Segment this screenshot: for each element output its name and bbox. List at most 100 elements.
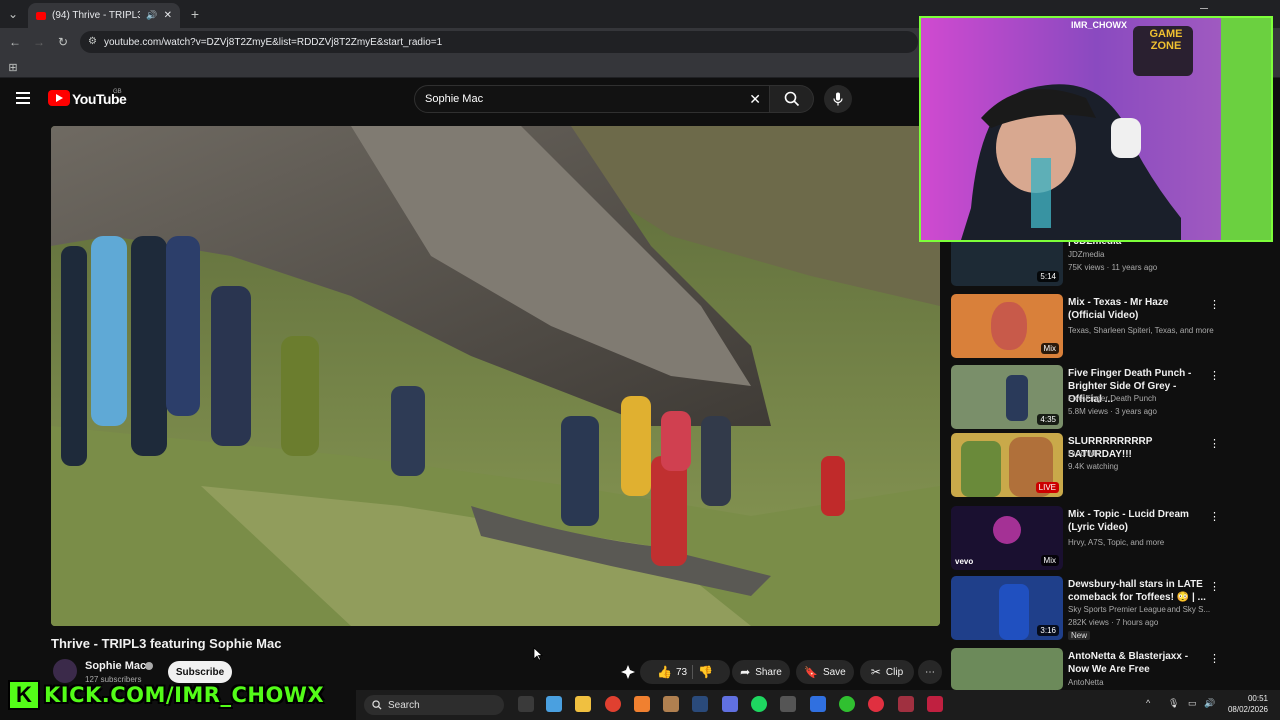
rec-channel[interactable]: AntoNetta — [1068, 678, 1104, 687]
like-button[interactable]: 👍 73 — [657, 665, 687, 679]
microphone-icon — [833, 92, 843, 106]
youtube-logo-icon[interactable] — [48, 90, 70, 106]
more-actions-button[interactable]: ⋯ — [918, 660, 942, 684]
app-icon-7[interactable] — [927, 696, 943, 712]
site-info-icon[interactable]: ⚙ — [88, 36, 97, 47]
rec-channel[interactable]: Texas, Sharleen Spiteri, Texas, and more — [1068, 326, 1214, 335]
webcam-tag: IMR_CHOWX — [1071, 20, 1127, 30]
rec-item-7[interactable]: AntoNetta & Blasterjaxx - Now We Are Fre… — [951, 648, 1271, 690]
spotify-icon[interactable] — [751, 696, 767, 712]
mix-badge: Mix — [1040, 343, 1059, 354]
rec-item-3[interactable]: 4:35 Five Finger Death Punch - Brighter … — [951, 365, 1271, 429]
vevo-logo: vevo — [955, 557, 974, 566]
app-icon-5[interactable] — [868, 696, 884, 712]
xbox-icon[interactable] — [839, 696, 855, 712]
rec-item-6[interactable]: 3:16 Dewsbury-hall stars in LATE comebac… — [951, 576, 1271, 640]
save-button[interactable]: 🔖 Save — [796, 660, 854, 684]
chrome-icon[interactable] — [605, 696, 621, 712]
app-icon-4[interactable] — [810, 696, 826, 712]
rec-channel[interactable]: JDZmedia — [1068, 250, 1104, 259]
rec-thumbnail[interactable] — [951, 648, 1063, 690]
task-view-icon[interactable] — [518, 696, 534, 712]
share-button[interactable]: ➦ Share — [732, 660, 790, 684]
rec-title[interactable]: Mix - Texas - Mr Haze (Official Video) — [1068, 296, 1208, 322]
search-button[interactable] — [770, 85, 814, 113]
verified-icon — [145, 662, 153, 670]
search-query: Sophie Mac — [425, 93, 484, 105]
app-icon-3[interactable] — [780, 696, 796, 712]
file-explorer-icon[interactable] — [575, 696, 591, 712]
more-icon[interactable]: ⋮ — [1209, 652, 1220, 665]
discord-icon[interactable] — [722, 696, 738, 712]
apps-grid-icon[interactable]: ⊞ — [4, 58, 22, 76]
duration-badge: 4:35 — [1037, 414, 1059, 425]
more-icon[interactable]: ⋮ — [1209, 510, 1220, 523]
network-icon[interactable]: ▭ — [1188, 698, 1197, 709]
rec-channel[interactable]: Five Finger Death Punch — [1068, 394, 1157, 403]
search-input[interactable]: Sophie Mac ✕ — [414, 85, 770, 113]
reload-icon[interactable]: ↻ — [54, 33, 72, 51]
more-icon[interactable]: ⋮ — [1209, 298, 1220, 311]
thumbs-down-icon[interactable]: 👎 — [698, 665, 713, 679]
video-player[interactable] — [51, 126, 940, 626]
clock-time[interactable]: 00:51 — [1222, 694, 1268, 703]
rec-channel[interactable]: HutchMF — [1068, 449, 1100, 458]
more-icon: ⋯ — [925, 666, 935, 678]
rec-title[interactable]: Dewsbury-hall stars in LATE comeback for… — [1068, 578, 1208, 604]
new-tag: New — [1068, 631, 1091, 640]
more-icon[interactable]: ⋮ — [1209, 437, 1220, 450]
clip-button[interactable]: ✂ Clip — [860, 660, 914, 684]
voice-search-button[interactable] — [824, 85, 852, 113]
app-icon-6[interactable] — [898, 696, 914, 712]
rec-thumbnail[interactable]: 4:35 — [951, 365, 1063, 429]
live-badge: LIVE — [1035, 482, 1059, 493]
minimize-icon[interactable] — [1200, 8, 1208, 9]
rec-thumbnail[interactable]: LIVE — [951, 433, 1063, 497]
app-icon-2[interactable] — [663, 696, 679, 712]
steam-icon[interactable] — [692, 696, 708, 712]
copilot-icon[interactable] — [546, 696, 562, 712]
rec-title[interactable]: AntoNetta & Blasterjaxx - Now We Are Fre… — [1068, 650, 1208, 676]
back-icon[interactable]: ← — [6, 33, 24, 51]
tab-close-icon[interactable]: ✕ — [164, 10, 172, 21]
volume-icon[interactable]: 🔊 — [1204, 698, 1215, 709]
channel-name[interactable]: Sophie Mac — [85, 660, 146, 672]
rec-channel[interactable]: Hrvy, A7S, Topic, and more — [1068, 538, 1164, 547]
rec-channel-extra[interactable]: and Sky S... — [1167, 605, 1210, 614]
like-count: 73 — [675, 666, 688, 678]
rec-item-4[interactable]: LIVE SLURRRRRRRRP SATURDAY!!! HutchMF 9.… — [951, 433, 1271, 497]
rec-channel[interactable]: Sky Sports Premier League — [1068, 605, 1166, 614]
more-icon[interactable]: ⋮ — [1209, 580, 1220, 593]
rec-title[interactable]: Mix - Topic - Lucid Dream (Lyric Video) — [1068, 508, 1208, 534]
youtube-favicon-icon — [36, 11, 46, 20]
rec-thumbnail[interactable]: vevo Mix — [951, 506, 1063, 570]
ask-ai-icon[interactable] — [619, 663, 637, 681]
menu-icon[interactable] — [16, 92, 30, 104]
taskbar-search[interactable]: Search — [364, 695, 504, 715]
rec-thumbnail[interactable]: 3:16 — [951, 576, 1063, 640]
forward-icon[interactable]: → — [30, 33, 48, 51]
rec-meta: 75K views · 11 years ago — [1068, 263, 1158, 272]
rec-item-5[interactable]: vevo Mix Mix - Topic - Lucid Dream (Lyri… — [951, 506, 1271, 570]
taskbar-search-label: Search — [388, 699, 420, 711]
tab-audio-icon[interactable]: 🔊 — [146, 10, 157, 21]
rec-item-2[interactable]: Mix Mix - Texas - Mr Haze (Official Vide… — [951, 294, 1271, 358]
region-code: GB — [113, 89, 122, 95]
omnibox[interactable]: ⚙ youtube.com/watch?v=DZVj8T2ZmyE&list=R… — [80, 31, 918, 53]
browser-tab-active[interactable]: (94) Thrive - TRIPL3 featuring 🔊 ✕ — [28, 3, 180, 28]
new-tab-icon[interactable]: + — [186, 5, 204, 23]
mic-tray-icon[interactable]: 🎙 — [1168, 698, 1179, 709]
divider — [692, 665, 694, 679]
rec-thumbnail[interactable]: Mix — [951, 294, 1063, 358]
more-icon[interactable]: ⋮ — [1209, 369, 1220, 382]
clear-search-icon[interactable]: ✕ — [749, 91, 761, 108]
kick-url: KICK.COM/IMR_CHOWX — [44, 683, 325, 707]
clock-date[interactable]: 08/02/2026 — [1222, 705, 1268, 714]
tab-search-icon[interactable]: ⌄ — [4, 5, 22, 23]
app-icon-1[interactable] — [634, 696, 650, 712]
tray-chevron-icon[interactable]: ^ — [1146, 698, 1150, 708]
rec-meta: 5.8M views · 3 years ago — [1068, 407, 1157, 416]
kick-logo-icon: K — [8, 680, 40, 710]
search-icon — [372, 700, 382, 710]
webcam-overlay: IMR_CHOWX GAME ZONE — [919, 16, 1273, 242]
